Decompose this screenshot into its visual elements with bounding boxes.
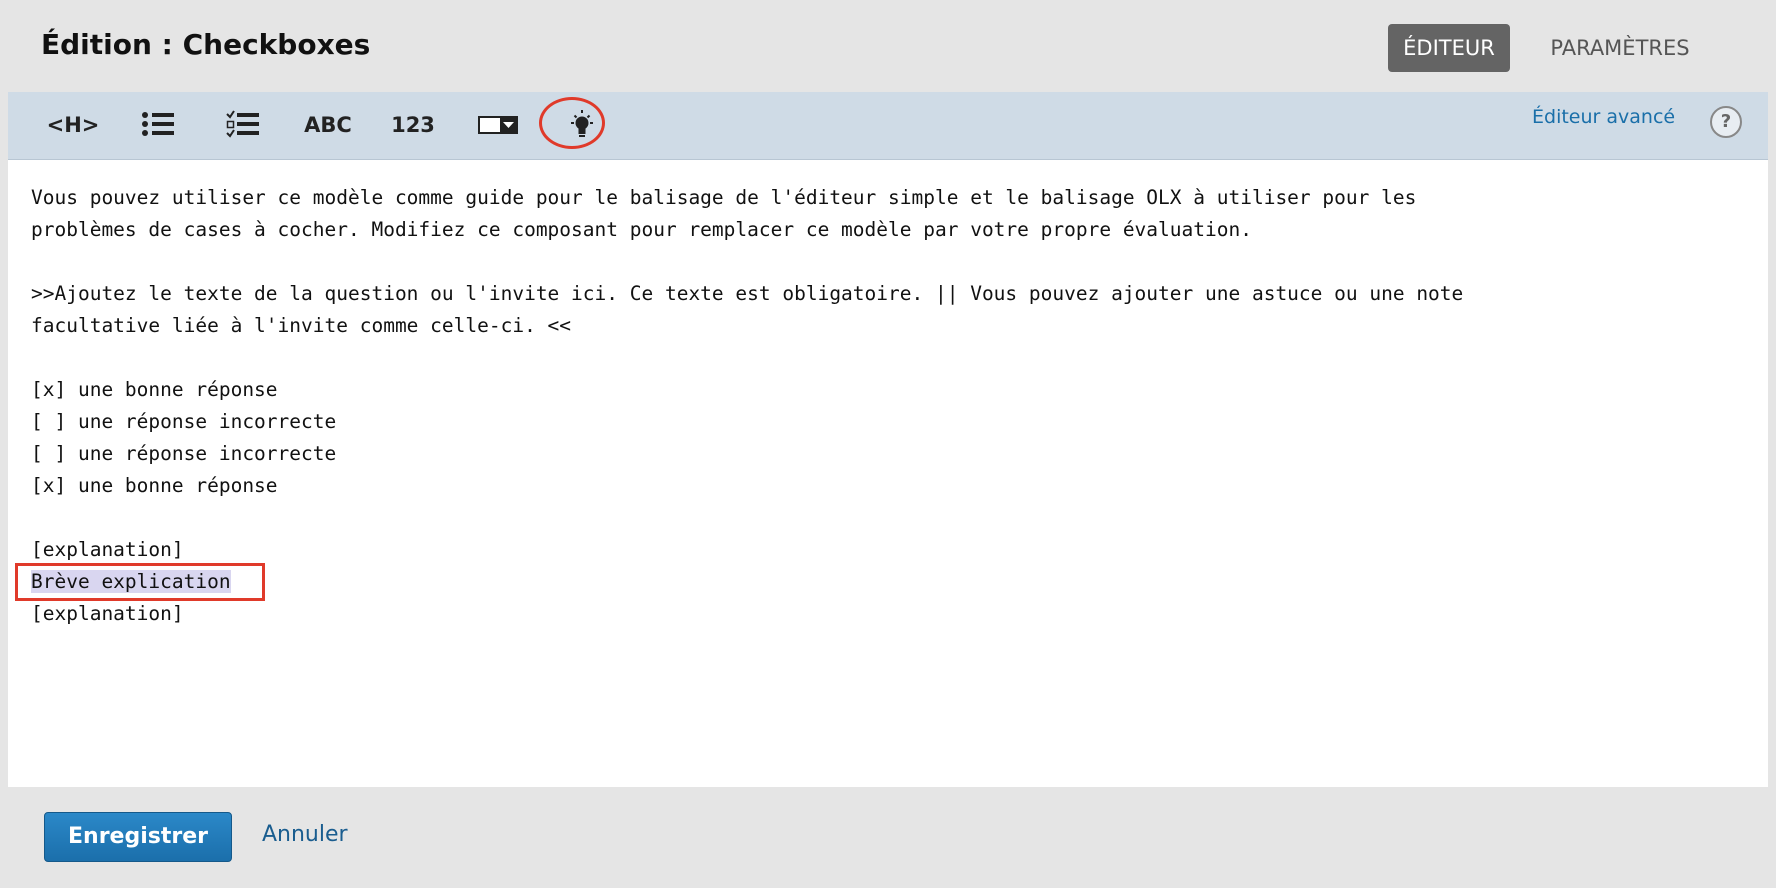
editor-line: [explanation]	[31, 598, 1463, 630]
editor-line: facultative liée à l'invite comme celle-…	[31, 310, 1463, 342]
editor-header: Édition : Checkboxes ÉDITEUR PARAMÈTRES	[0, 0, 1776, 92]
numerical-input-button[interactable]: 123	[378, 102, 448, 148]
dropdown-icon	[463, 102, 533, 148]
checklist-icon	[208, 102, 278, 148]
editor-line: [ ] une réponse incorrecte	[31, 438, 1463, 470]
editor-line: [explanation]	[31, 534, 1463, 566]
selection-highlight-box	[15, 563, 265, 601]
editor-line-text: facultative liée à l'invite comme celle-…	[31, 314, 572, 337]
help-button[interactable]: ?	[1710, 106, 1742, 138]
tab-settings[interactable]: PARAMÈTRES	[1530, 24, 1710, 72]
editor-line-text: [x] une bonne réponse	[31, 378, 278, 401]
save-button[interactable]: Enregistrer	[44, 812, 232, 862]
editor-line: [x] une bonne réponse	[31, 470, 1463, 502]
page-title: Édition : Checkboxes	[41, 28, 371, 61]
editor-line: Vous pouvez utiliser ce modèle comme gui…	[31, 182, 1463, 214]
editor-line: [x] une bonne réponse	[31, 374, 1463, 406]
cancel-button[interactable]: Annuler	[262, 822, 348, 847]
heading-button[interactable]: <H>	[38, 102, 108, 148]
bullet-list-icon	[123, 102, 193, 148]
explanation-highlight-circle	[539, 97, 605, 149]
editor-line: [ ] une réponse incorrecte	[31, 406, 1463, 438]
editor-line-text: [ ] une réponse incorrecte	[31, 442, 337, 465]
editor-line: problèmes de cases à cocher. Modifiez ce…	[31, 214, 1463, 246]
editor-line-text: Vous pouvez utiliser ce modèle comme gui…	[31, 186, 1417, 209]
editor-line: >>Ajoutez le texte de la question ou l'i…	[31, 278, 1463, 310]
editor-line-text: problèmes de cases à cocher. Modifiez ce…	[31, 218, 1252, 241]
editor-toolbar: <H> ABC 123	[8, 92, 1768, 160]
checkboxes-button[interactable]	[208, 102, 278, 148]
multiple-choice-button[interactable]	[123, 102, 193, 148]
advanced-editor-link[interactable]: Éditeur avancé	[1532, 106, 1675, 128]
editor-line-text: [explanation]	[31, 602, 184, 625]
editor-line-text: [explanation]	[31, 538, 184, 561]
editor-line-text: >>Ajoutez le texte de la question ou l'i…	[31, 282, 1464, 305]
dropdown-button[interactable]	[463, 102, 533, 148]
editor-line-text: [x] une bonne réponse	[31, 474, 278, 497]
editor-line-text: [ ] une réponse incorrecte	[31, 410, 337, 433]
text-input-button[interactable]: ABC	[293, 102, 363, 148]
tab-editor[interactable]: ÉDITEUR	[1388, 24, 1510, 72]
